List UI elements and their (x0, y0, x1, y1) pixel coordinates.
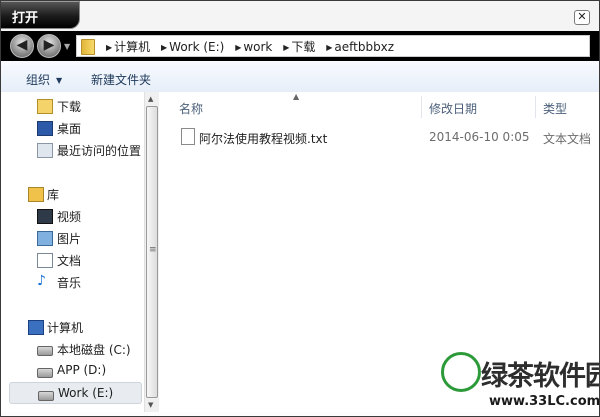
sidebar-item-recent-places[interactable]: 最近访问的位置 (1, 139, 144, 161)
column-divider[interactable] (535, 96, 536, 118)
navigation-bar: ◀ ▶ ▼ ▶ 计算机 ▶ Work (E:) ▶ work ▶ 下载 ▶ aeftbbb… (1, 31, 599, 61)
sidebar-item-label: 库 (47, 188, 60, 202)
libraries-icon (28, 187, 44, 202)
leaf-logo-icon (441, 352, 481, 392)
breadcrumb-item[interactable]: work (243, 40, 272, 54)
breadcrumb-item[interactable]: aeftbbbxz (334, 40, 394, 54)
sidebar-item-downloads[interactable]: 下载 (1, 95, 144, 117)
sidebar-item-label: 本地磁盘 (C:) (57, 343, 131, 357)
breadcrumb-item[interactable]: Work (E:) (169, 40, 224, 54)
sidebar-item-label: 图片 (57, 232, 82, 246)
sidebar-item-videos[interactable]: 视频 (1, 205, 144, 227)
sidebar-item-label: 计算机 (47, 321, 84, 335)
sidebar-item-music[interactable]: ♪ 音乐 (1, 271, 144, 293)
text-file-icon (181, 128, 195, 145)
title-tab: 打开 (1, 1, 80, 29)
local-disk-icon (37, 346, 53, 356)
breadcrumb-separator-icon[interactable]: ▶ (283, 43, 289, 52)
music-library-icon: ♪ (37, 273, 46, 289)
drive-icon (37, 368, 53, 378)
drive-icon (38, 391, 54, 401)
navigation-pane: 下载 桌面 最近访问的位置 库 视频 图片 文档 ♪ 音乐 计算机 本地磁盘 (… (1, 92, 159, 412)
file-type: 文本文档 (543, 132, 592, 146)
recent-places-icon (37, 143, 53, 158)
dialog-title: 打开 (12, 11, 39, 26)
sidebar-item-computer[interactable]: 计算机 (1, 316, 144, 338)
sidebar-item-label: APP (D:) (57, 363, 107, 377)
organize-menu[interactable]: 组织 ▼ (26, 71, 62, 88)
sidebar-item-label: 文档 (57, 254, 82, 268)
back-button[interactable]: ◀ (10, 34, 34, 58)
sidebar-item-label: 最近访问的位置 (57, 144, 142, 158)
navigation-pane-scrollbar[interactable]: ▲ ≡ ▼ (144, 92, 159, 412)
breadcrumb-separator-icon[interactable]: ▶ (326, 43, 332, 52)
column-header-modified[interactable]: 修改日期 (429, 100, 477, 117)
new-folder-button[interactable]: 新建文件夹 (91, 71, 151, 88)
sidebar-item-label: Work (E:) (58, 386, 114, 400)
recent-locations-dropdown[interactable]: ▼ (64, 42, 70, 51)
watermark-url: www.33LC.com (489, 394, 600, 409)
address-bar[interactable]: ▶ 计算机 ▶ Work (E:) ▶ work ▶ 下载 ▶ aeftbbbxz (76, 35, 590, 57)
column-header-type[interactable]: 类型 (543, 100, 567, 117)
pictures-library-icon (37, 231, 53, 246)
scrollbar-thumb[interactable]: ≡ (146, 106, 158, 398)
column-divider[interactable] (421, 96, 422, 118)
title-bar: 打开 ✕ (1, 1, 599, 31)
watermark: 绿茶软件园 www.33LC.com (441, 346, 600, 416)
downloads-folder-icon (37, 99, 53, 114)
sidebar-item-label: 桌面 (57, 122, 82, 136)
breadcrumb-separator-icon[interactable]: ▶ (106, 43, 112, 52)
grip-icon: ≡ (149, 245, 157, 255)
sidebar-item-label: 下载 (57, 100, 82, 114)
forward-button[interactable]: ▶ (37, 34, 61, 58)
sort-ascending-icon: ▲ (293, 92, 300, 101)
breadcrumb: ▶ 计算机 ▶ Work (E:) ▶ work ▶ 下载 ▶ aeftbbbxz (101, 38, 396, 55)
breadcrumb-item[interactable]: 计算机 (114, 40, 150, 54)
folder-icon (81, 39, 95, 55)
breadcrumb-separator-icon[interactable]: ▶ (235, 43, 241, 52)
file-name[interactable]: 阿尔法使用教程视频.txt (199, 130, 327, 147)
sidebar-item-work-e[interactable]: Work (E:) (9, 382, 142, 404)
scroll-up-icon[interactable]: ▲ (148, 95, 153, 103)
sidebar-item-app-d[interactable]: APP (D:) (1, 360, 144, 382)
sidebar-item-label: 音乐 (57, 276, 82, 290)
organize-label: 组织 (26, 73, 51, 87)
desktop-icon (37, 121, 53, 136)
breadcrumb-item[interactable]: 下载 (291, 40, 315, 54)
close-button[interactable]: ✕ (574, 10, 590, 25)
sidebar-item-documents[interactable]: 文档 (1, 249, 144, 271)
video-library-icon (37, 209, 53, 224)
watermark-name: 绿茶软件园 (481, 361, 600, 392)
sidebar-item-libraries[interactable]: 库 (1, 183, 144, 205)
sidebar-item-local-disk-c[interactable]: 本地磁盘 (C:) (1, 338, 144, 360)
scroll-down-icon[interactable]: ▼ (148, 401, 153, 409)
file-modified: 2014-06-10 0:05 (429, 130, 530, 144)
open-file-dialog: 打开 ✕ ◀ ▶ ▼ ▶ 计算机 ▶ Work (E:) ▶ work ▶ 下载 ▶ ae… (0, 0, 600, 417)
chevron-down-icon: ▼ (56, 76, 63, 85)
command-toolbar: 组织 ▼ 新建文件夹 (1, 61, 599, 93)
sidebar-item-desktop[interactable]: 桌面 (1, 117, 144, 139)
sidebar-item-pictures[interactable]: 图片 (1, 227, 144, 249)
documents-library-icon (37, 253, 53, 268)
sidebar-item-label: 视频 (57, 210, 82, 224)
column-header-name[interactable]: 名称 (179, 100, 203, 117)
computer-icon (28, 320, 44, 335)
breadcrumb-separator-icon[interactable]: ▶ (161, 43, 167, 52)
